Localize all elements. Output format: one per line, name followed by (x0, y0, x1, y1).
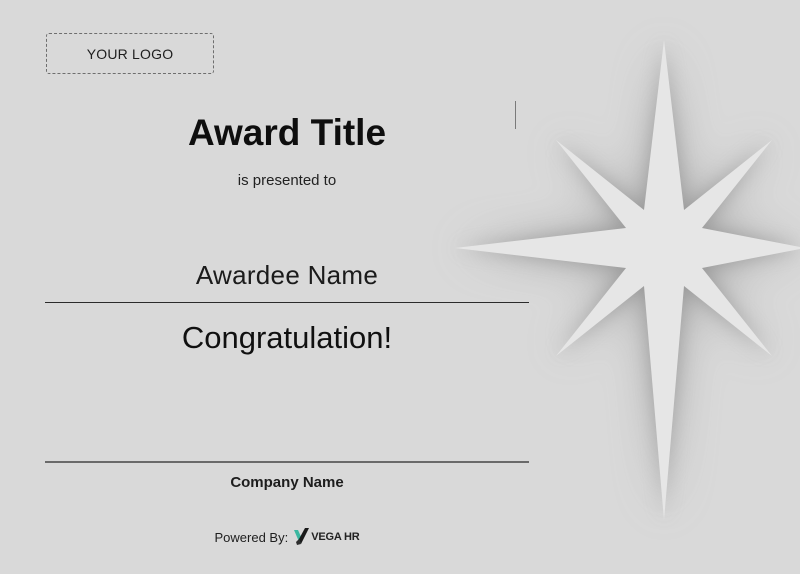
awardee-divider (45, 302, 529, 303)
powered-by: Powered By: VEGA HR (46, 528, 528, 546)
vega-mark-icon (294, 528, 310, 545)
certificate-canvas: YOUR LOGO Award Title is presented to Aw… (0, 0, 800, 569)
vega-hr-brand-text: VEGA HR (311, 531, 360, 543)
award-title[interactable]: Award Title (46, 112, 528, 154)
company-name[interactable]: Company Name (46, 474, 528, 491)
vega-hr-logo-icon: VEGA HR (294, 528, 360, 546)
signature-line (45, 461, 529, 463)
logo-placeholder-label: YOUR LOGO (86, 45, 174, 62)
logo-placeholder[interactable]: YOUR LOGO (46, 33, 214, 74)
presented-to-text[interactable]: is presented to (46, 172, 528, 189)
congratulation-text[interactable]: Congratulation! (46, 320, 528, 356)
powered-by-label: Powered By: (214, 529, 289, 545)
awardee-name[interactable]: Awardee Name (46, 260, 528, 291)
